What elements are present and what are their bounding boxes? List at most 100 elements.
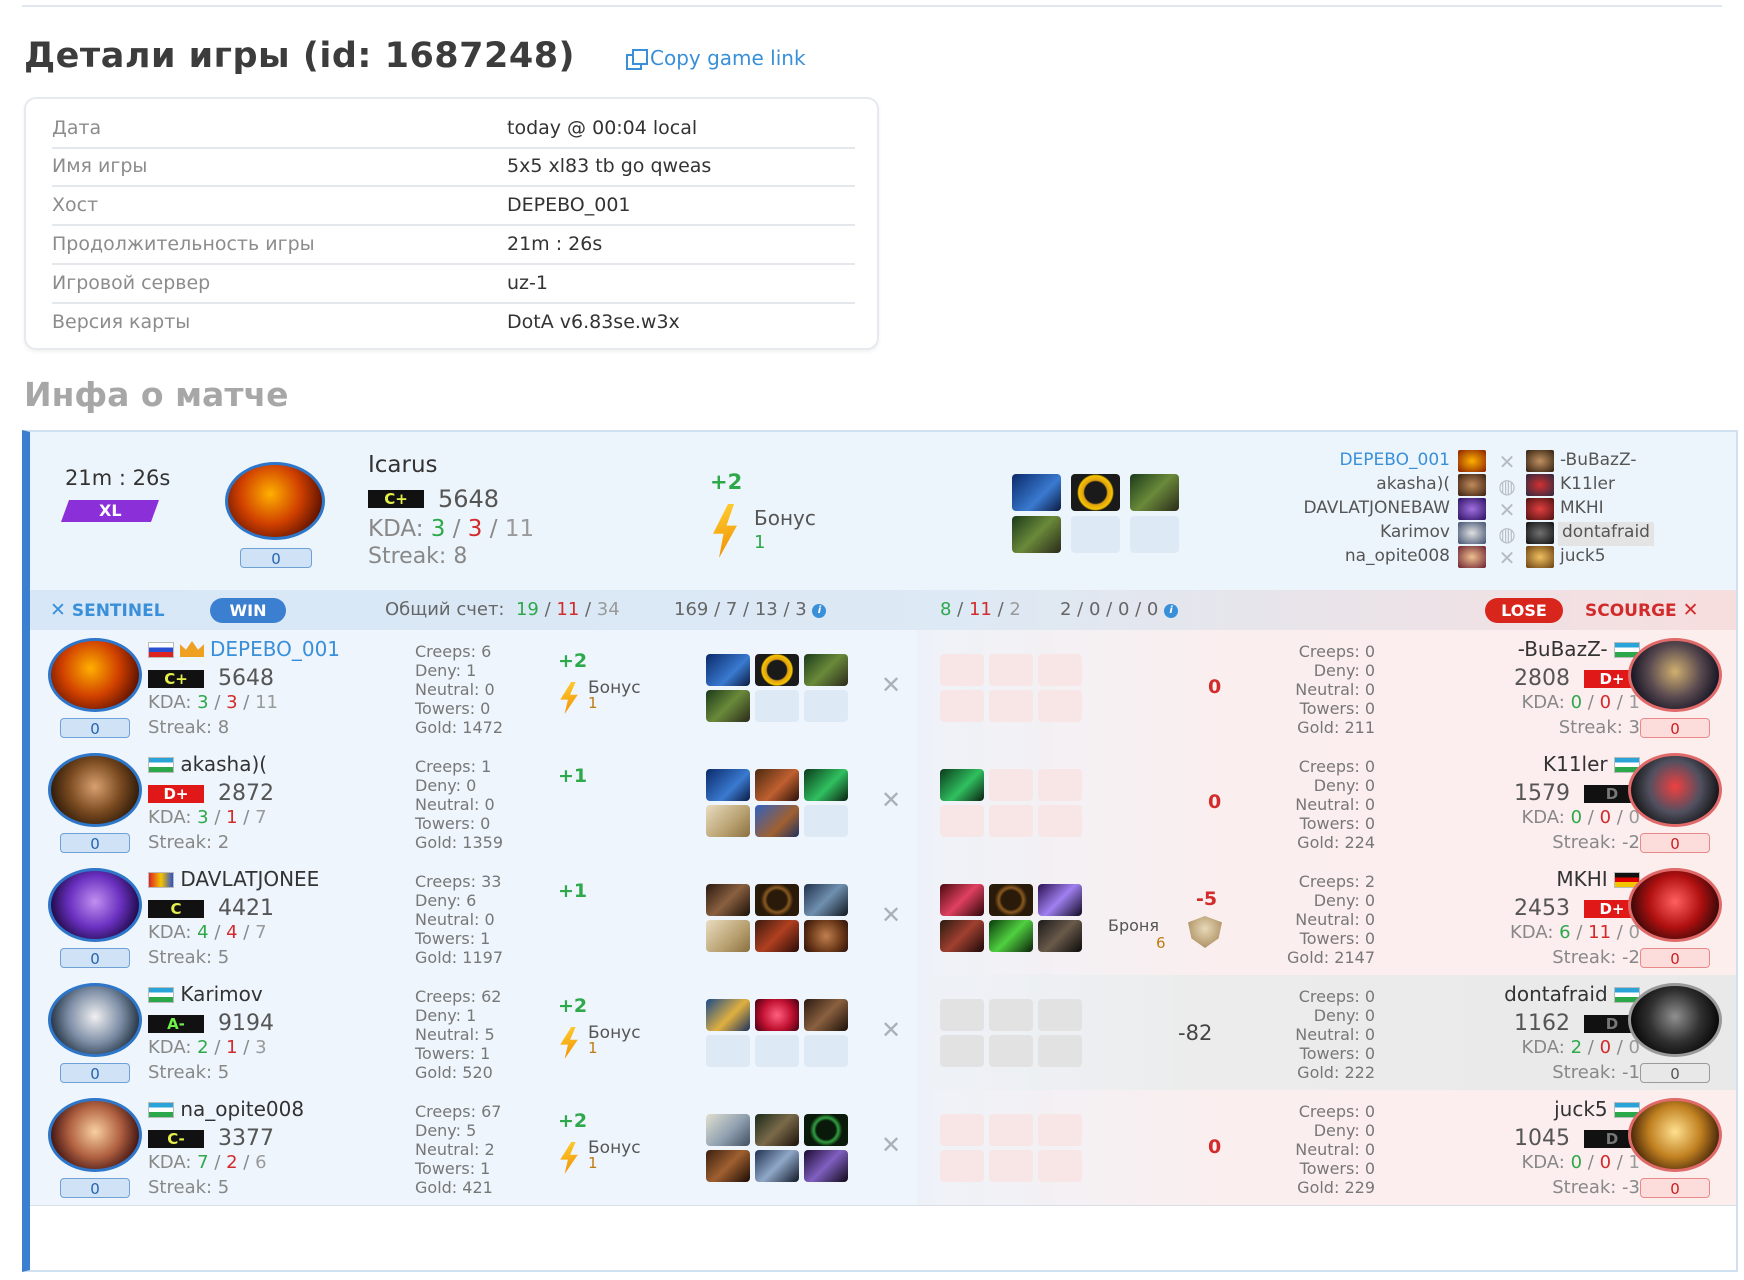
hero-avatar[interactable] <box>1628 1098 1722 1172</box>
country-flag-icon <box>148 872 174 888</box>
player-name[interactable]: DEPEBO_001 <box>148 637 340 661</box>
hero-avatar[interactable] <box>48 753 142 827</box>
empty-item-slot <box>1038 690 1082 722</box>
item-icon[interactable] <box>1012 474 1061 511</box>
opponent-streak: Streak: -1 <box>1552 1062 1640 1083</box>
item-icon[interactable] <box>1012 516 1061 553</box>
opponent-name[interactable]: K11ler <box>1410 752 1640 776</box>
item-icon[interactable] <box>940 920 984 952</box>
item-icon[interactable] <box>804 1150 848 1182</box>
empty-item-slot <box>989 1035 1033 1067</box>
hero-mini-avatar <box>1458 522 1486 544</box>
match-info-title: Инфа о матче <box>24 375 289 414</box>
hero-avatar[interactable] <box>48 868 142 942</box>
hero-avatar[interactable] <box>1628 868 1722 942</box>
crossed-swords-icon: ✕ <box>880 1131 902 1159</box>
item-icon[interactable] <box>804 1114 848 1146</box>
player-row: 0 na_opite008 C- 3377 KDA: 7 / 2 / 6 Streak:… <box>30 1090 1736 1206</box>
opponent-name[interactable]: dontafraid <box>1410 982 1640 1006</box>
roster-right-1[interactable]: -BuBazZ- <box>1560 450 1636 474</box>
player-name[interactable]: DAVLATJONEE <box>148 867 319 891</box>
item-icon[interactable] <box>804 999 848 1031</box>
item-icon[interactable] <box>755 805 799 837</box>
item-icon[interactable] <box>1071 474 1120 511</box>
hero-avatar[interactable] <box>48 638 142 712</box>
item-icon[interactable] <box>755 884 799 916</box>
info-icon[interactable]: i <box>812 604 827 618</box>
roster-right-5[interactable]: juck5 <box>1560 546 1606 570</box>
score-diff: -82 <box>1178 1021 1213 1045</box>
item-icon[interactable] <box>804 769 848 801</box>
empty-item-slot <box>804 1035 848 1067</box>
hero-avatar[interactable] <box>1628 753 1722 827</box>
roster-left-2[interactable]: akasha)( <box>1300 474 1450 498</box>
hero-avatar[interactable] <box>48 1098 142 1172</box>
summary-player-name[interactable]: Icarus <box>368 452 438 478</box>
item-icon[interactable] <box>1130 474 1179 511</box>
roster-right-2[interactable]: K11ler <box>1560 474 1615 498</box>
item-icon[interactable] <box>706 769 750 801</box>
item-icon[interactable] <box>706 999 750 1031</box>
item-icon[interactable] <box>706 805 750 837</box>
crossed-swords-icon: ✕ <box>880 786 902 814</box>
hero-mini-avatar <box>1526 498 1554 520</box>
opponent-kda: KDA: 0 / 0 / 0 <box>1521 807 1640 828</box>
player-name[interactable]: na_opite008 <box>148 1097 304 1121</box>
summary-bonus: +2 Бонус 1 <box>710 470 816 558</box>
empty-item-slot <box>1038 769 1082 801</box>
opponent-streak: Streak: -2 <box>1552 832 1640 853</box>
hero-avatar[interactable] <box>1628 983 1722 1057</box>
player-name[interactable]: akasha)( <box>148 752 267 776</box>
item-icon[interactable] <box>755 769 799 801</box>
roster-right-3[interactable]: MKHI <box>1560 498 1604 522</box>
scourge-score-total: 8 / 11 / 2 <box>940 599 1021 620</box>
item-icon[interactable] <box>755 1114 799 1146</box>
item-icon[interactable] <box>755 1150 799 1182</box>
player-bonus: +2 Бонус 1 <box>558 1110 641 1174</box>
item-icon[interactable] <box>706 654 750 686</box>
player-farm-stats: Creeps: 62 Deny: 1 Neutral: 5 Towers: 1 Gold… <box>415 987 502 1082</box>
player-farm-stats: Creeps: 33 Deny: 6 Neutral: 0 Towers: 1 Gold… <box>415 872 503 967</box>
country-flag-icon <box>148 757 174 773</box>
copy-game-link[interactable]: Copy game link <box>626 46 806 70</box>
roster-right-4[interactable]: dontafraid <box>1558 522 1654 546</box>
item-icon[interactable] <box>755 654 799 686</box>
item-icon[interactable] <box>940 769 984 801</box>
country-flag-icon <box>148 987 174 1003</box>
zero-badge: 0 <box>60 1178 130 1198</box>
item-icon[interactable] <box>706 1150 750 1182</box>
player-rank: A- 9194 <box>148 1011 274 1036</box>
item-icon[interactable] <box>706 1114 750 1146</box>
win-badge: WIN <box>210 598 286 623</box>
roster-left-5[interactable]: na_opite008 <box>1300 546 1450 570</box>
item-icon[interactable] <box>755 920 799 952</box>
opponent-name[interactable]: MKHI <box>1410 867 1640 891</box>
item-icon[interactable] <box>804 884 848 916</box>
opponent-name[interactable]: juck5 <box>1410 1097 1640 1121</box>
opponent-rank: 1579 D <box>1410 781 1640 806</box>
roster-left-1[interactable]: DEPEBO_001 <box>1300 450 1450 474</box>
item-icon[interactable] <box>1038 884 1082 916</box>
item-icon[interactable] <box>755 999 799 1031</box>
hero-avatar[interactable] <box>225 462 325 540</box>
opponent-farm-stats: Creeps: 0 Deny: 0 Neutral: 0 Towers: 0 Gold:… <box>1295 1102 1375 1197</box>
item-icon[interactable] <box>706 884 750 916</box>
item-icon[interactable] <box>989 884 1033 916</box>
opponent-name[interactable]: -BuBazZ- <box>1410 637 1640 661</box>
item-icon[interactable] <box>706 690 750 722</box>
empty-item-slot <box>940 999 984 1031</box>
hero-avatar[interactable] <box>48 983 142 1057</box>
lose-badge: LOSE <box>1485 598 1563 623</box>
roster-left-3[interactable]: DAVLATJONEBAW <box>1250 498 1450 522</box>
item-icon[interactable] <box>804 654 848 686</box>
hero-avatar[interactable] <box>1628 638 1722 712</box>
item-icon[interactable] <box>706 920 750 952</box>
roster-left-4[interactable]: Karimov <box>1300 522 1450 546</box>
item-icon[interactable] <box>940 884 984 916</box>
crossed-swords-icon: ✕ <box>880 901 902 929</box>
info-icon[interactable]: i <box>1164 604 1179 618</box>
item-icon[interactable] <box>804 920 848 952</box>
item-icon[interactable] <box>1038 920 1082 952</box>
item-icon[interactable] <box>989 920 1033 952</box>
player-name[interactable]: Karimov <box>148 982 263 1006</box>
